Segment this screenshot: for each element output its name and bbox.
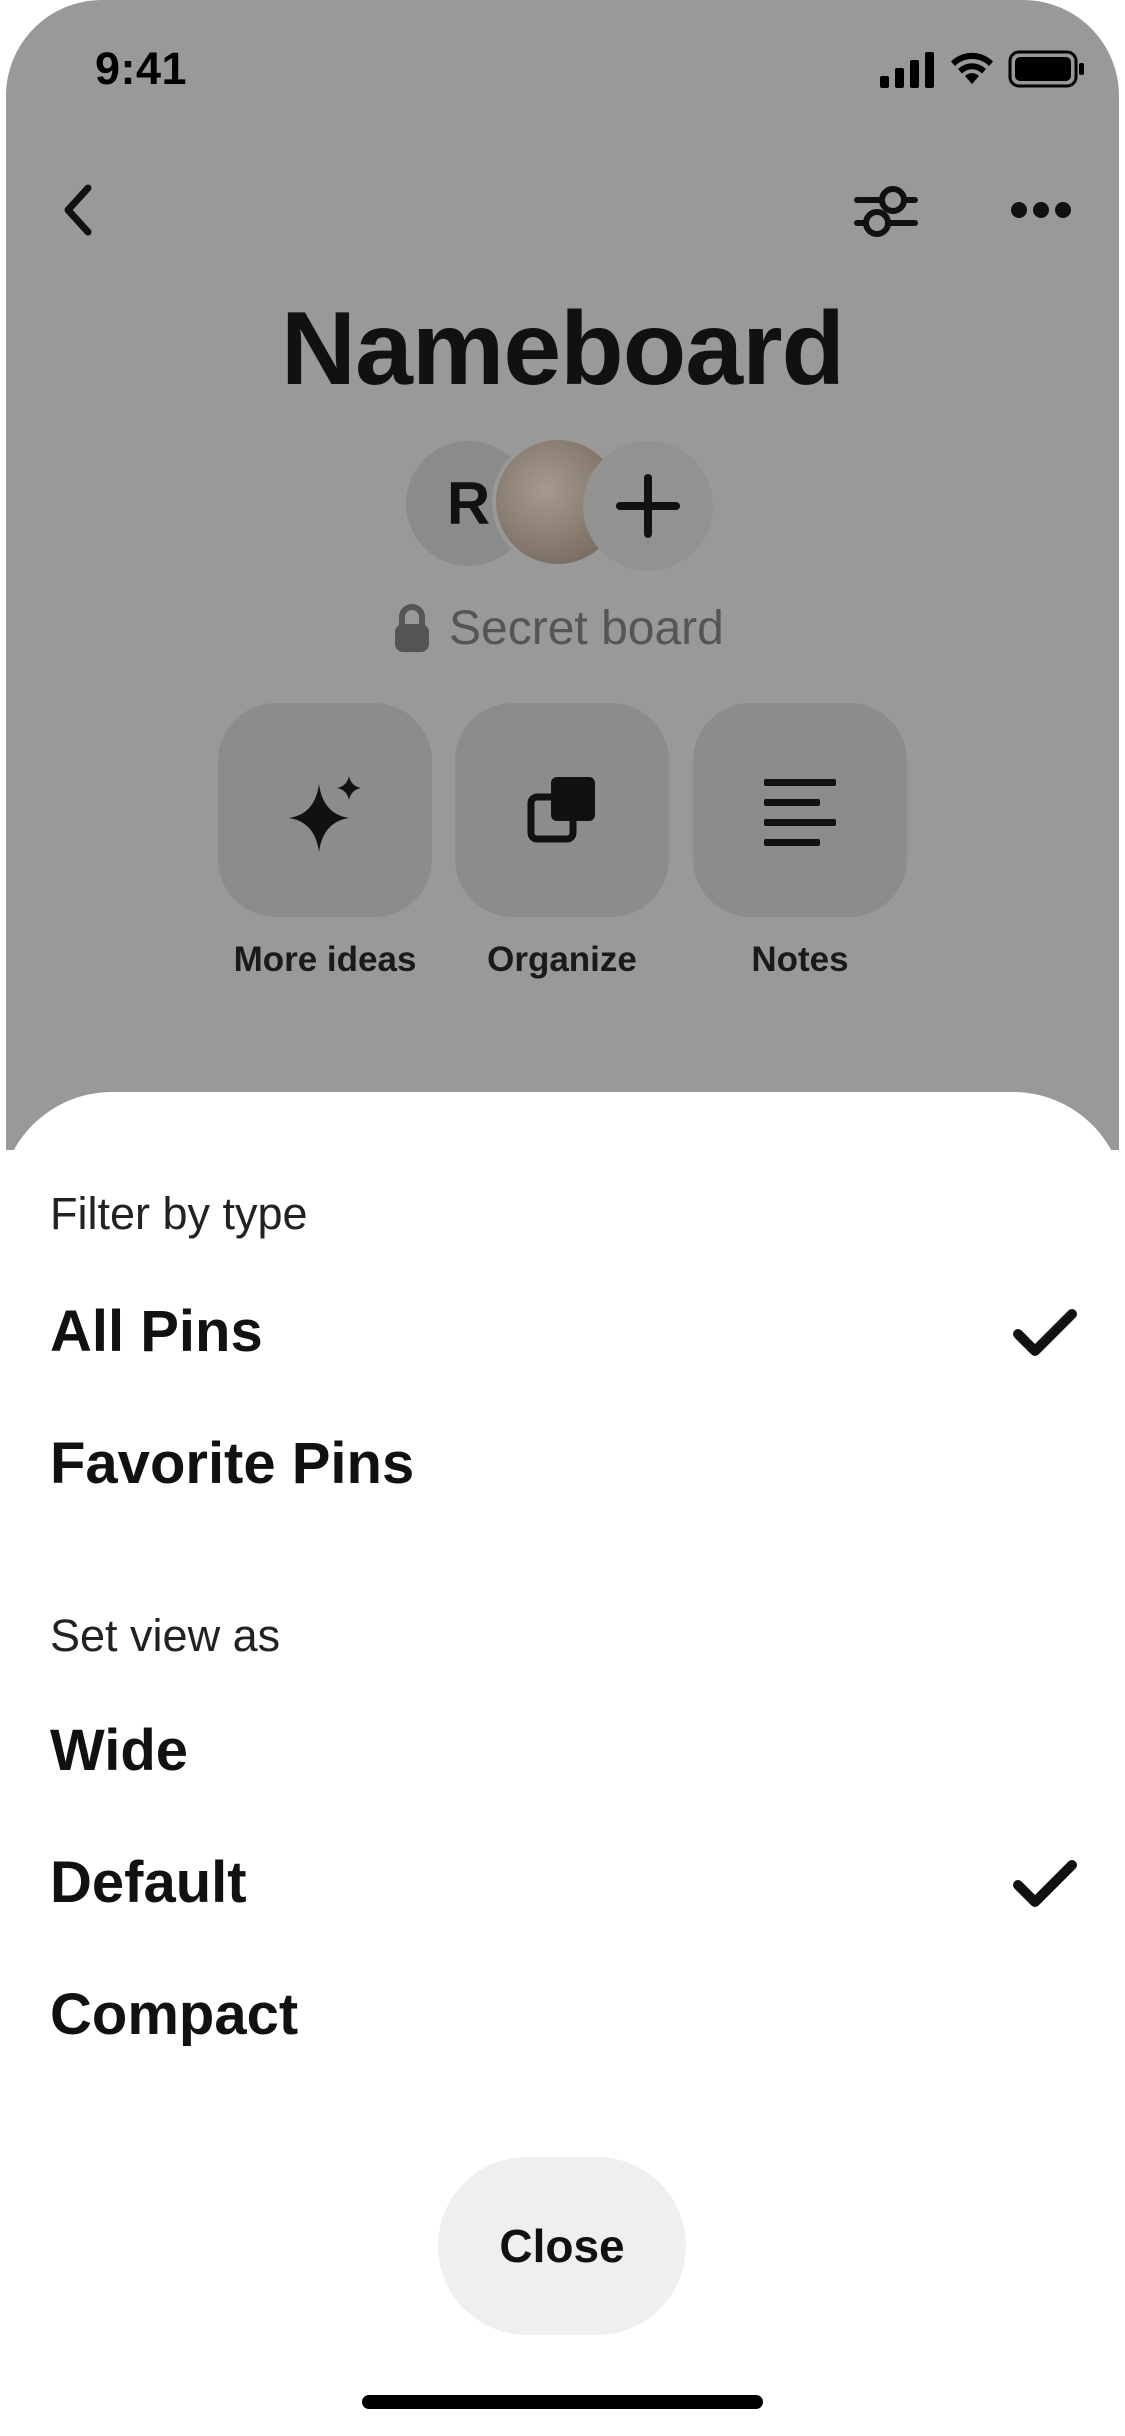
option-label: Wide (50, 1718, 189, 1783)
option-label: All Pins (50, 1299, 263, 1364)
option-label: Favorite Pins (50, 1431, 415, 1496)
privacy-status: Secret board (393, 598, 724, 658)
board-screen: 9:41 Nameboard R Secret board More ideas… (0, 0, 1125, 2436)
more-options-icon[interactable] (1010, 200, 1072, 220)
view-option-default[interactable]: Default (0, 1823, 1125, 1943)
filter-option-all-pins[interactable]: All Pins (0, 1272, 1125, 1392)
sparkle-icon (289, 776, 361, 852)
organize-button[interactable] (455, 703, 669, 917)
organize-label: Organize (487, 940, 637, 979)
lock-icon (395, 604, 429, 652)
wifi-icon (951, 52, 993, 84)
back-icon[interactable] (58, 182, 98, 238)
more-ideas-label: More ideas (233, 940, 417, 979)
filter-section-heading: Filter by type (50, 1188, 308, 1239)
privacy-label: Secret board (449, 601, 724, 655)
more-ideas-button[interactable] (218, 703, 432, 917)
view-section-heading: Set view as (50, 1610, 281, 1661)
add-collaborator-button[interactable] (583, 441, 713, 571)
plus-icon (616, 474, 680, 538)
view-option-wide[interactable]: Wide (0, 1691, 1125, 1811)
option-label: Compact (50, 1982, 299, 2047)
view-option-compact[interactable]: Compact (0, 1955, 1125, 2075)
option-label: Default (50, 1850, 247, 1915)
notes-label: Notes (751, 940, 849, 979)
filter-option-favorite-pins[interactable]: Favorite Pins (0, 1404, 1125, 1524)
battery-icon (1008, 50, 1084, 88)
board-title: Nameboard (280, 291, 845, 407)
checkmark-icon (1013, 1309, 1077, 1356)
checkmark-icon (1013, 1860, 1077, 1907)
notes-icon (764, 779, 836, 846)
cellular-signal-icon (880, 52, 934, 88)
close-button[interactable]: Close (438, 2157, 686, 2335)
organize-icon (527, 777, 595, 843)
home-indicator (362, 2395, 763, 2409)
notes-button[interactable] (693, 703, 907, 917)
status-time: 9:41 (95, 43, 188, 94)
close-button-label: Close (499, 2220, 625, 2272)
filter-sliders-icon[interactable] (853, 183, 919, 239)
